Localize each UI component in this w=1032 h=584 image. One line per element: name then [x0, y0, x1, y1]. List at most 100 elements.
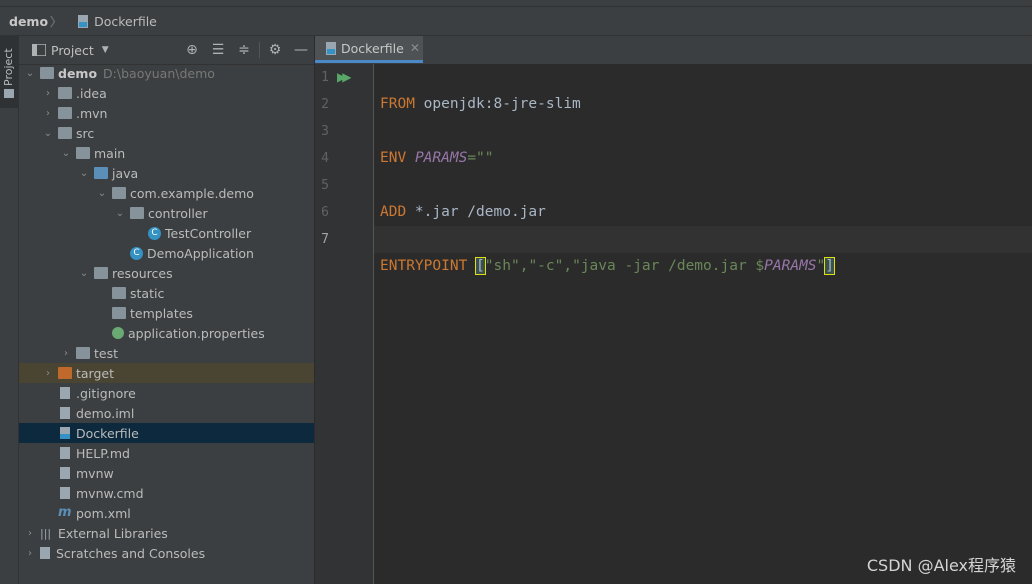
tree-item-application-properties[interactable]: application.properties	[19, 323, 314, 343]
tree-item-main[interactable]: ⌄ main	[19, 143, 314, 163]
tree-item-mvnw-cmd[interactable]: mvnw.cmd	[19, 483, 314, 503]
line-number: 1	[321, 70, 329, 85]
collapse-all-icon[interactable]: ≑	[231, 42, 257, 58]
tree-item-label: java	[112, 165, 139, 181]
chevron-down-icon[interactable]: ⌄	[78, 268, 90, 279]
code-line[interactable]: FROM openjdk:8-jre-slim	[374, 64, 1032, 112]
project-view-icon	[32, 44, 46, 56]
tree-item-scratches[interactable]: › Scratches and Consoles	[19, 543, 314, 563]
tree-item-mvn[interactable]: › .mvn	[19, 103, 314, 123]
tree-item-pom-xml[interactable]: m pom.xml	[19, 503, 314, 523]
tree-item-controller[interactable]: ⌄ controller	[19, 203, 314, 223]
breadcrumb-project[interactable]: demo 〉	[0, 7, 68, 35]
tree-item-test[interactable]: › test	[19, 343, 314, 363]
chevron-right-icon[interactable]: ›	[24, 528, 36, 539]
tree-item-label: HELP.md	[76, 445, 130, 461]
chevron-down-icon[interactable]: ⌄	[60, 148, 72, 159]
project-panel-title[interactable]: Project	[51, 43, 94, 58]
tree-item-demo-iml[interactable]: demo.iml	[19, 403, 314, 423]
tree-item-label: application.properties	[128, 325, 265, 341]
chevron-down-icon[interactable]: ⌄	[96, 188, 108, 199]
tab-dockerfile[interactable]: Dockerfile ✕	[315, 36, 423, 63]
tree-item-gitignore[interactable]: .gitignore	[19, 383, 314, 403]
tree-item-label: .mvn	[76, 105, 108, 121]
module-folder-icon	[40, 67, 54, 79]
code-line[interactable]: ENV PARAMS=""	[374, 118, 1032, 166]
tree-item-testcontroller[interactable]: C TestController	[19, 223, 314, 243]
tree-item-package[interactable]: ⌄ com.example.demo	[19, 183, 314, 203]
keyword-token: FROM	[380, 96, 415, 112]
code-line[interactable]: ADD *.jar /demo.jar	[374, 172, 1032, 220]
libraries-icon: |||	[40, 527, 52, 540]
tree-item-label: templates	[130, 305, 193, 321]
code-line-current[interactable]: ENTRYPOINT ["sh","-c","java -jar /demo.j…	[374, 226, 1032, 275]
keyword-token: ADD	[380, 204, 407, 220]
keyword-token: ENTRYPOINT	[380, 258, 468, 274]
scratches-icon	[40, 547, 50, 559]
editor-gutter: 1 ▶▶ 2 3 4 5 6 7	[315, 64, 374, 584]
cmd-file-icon	[60, 487, 70, 499]
tree-item-external-libraries[interactable]: › ||| External Libraries	[19, 523, 314, 543]
shell-file-icon	[60, 467, 70, 479]
tree-item-label: demo.iml	[76, 405, 135, 421]
tree-item-label: static	[130, 285, 165, 301]
hide-icon[interactable]: —	[288, 42, 314, 58]
chevron-right-icon[interactable]: ›	[60, 348, 72, 359]
tree-item-java[interactable]: ⌄ java	[19, 163, 314, 183]
run-icon[interactable]: ▶▶	[337, 64, 352, 91]
tab-label: Dockerfile	[341, 40, 404, 56]
dockerfile-icon	[60, 427, 70, 439]
tree-item-label: resources	[112, 265, 173, 281]
folder-icon	[58, 107, 72, 119]
chevron-down-icon[interactable]: ▼	[102, 45, 109, 55]
tree-item-resources[interactable]: ⌄ resources	[19, 263, 314, 283]
chevron-down-icon[interactable]: ⌄	[78, 168, 90, 179]
folder-icon	[58, 127, 72, 139]
tree-item-label: target	[76, 365, 115, 381]
source-folder-icon	[94, 167, 108, 179]
comma-token: ,	[563, 258, 573, 274]
breadcrumb-file[interactable]: Dockerfile	[68, 7, 163, 35]
string-token: "-c"	[528, 258, 564, 274]
tree-item-templates[interactable]: templates	[19, 303, 314, 323]
chevron-right-icon[interactable]: ›	[24, 548, 36, 559]
folder-icon	[112, 287, 126, 299]
chevron-right-icon[interactable]: ›	[42, 108, 54, 119]
tree-item-demoapplication[interactable]: C DemoApplication	[19, 243, 314, 263]
project-tree: ⌄ demo D:\baoyuan\demo › .idea › .mvn ⌄ …	[19, 63, 314, 563]
gear-icon[interactable]: ⚙	[262, 42, 288, 58]
dockerfile-icon	[326, 41, 336, 55]
project-panel: Project ▼ ⊕ ☰ ≑ ⚙ — ⌄ demo D:\baoyuan\de…	[19, 36, 314, 584]
package-icon	[112, 187, 126, 199]
tree-item-src[interactable]: ⌄ src	[19, 123, 314, 143]
locate-icon[interactable]: ⊕	[179, 42, 205, 58]
tree-item-static[interactable]: static	[19, 283, 314, 303]
close-icon[interactable]: ✕	[410, 41, 420, 55]
resources-folder-icon	[94, 267, 108, 279]
chevron-right-icon[interactable]: ›	[42, 368, 54, 379]
tree-item-demo[interactable]: ⌄ demo D:\baoyuan\demo	[19, 63, 314, 83]
watermark: CSDN @Alex程序猿	[866, 556, 1016, 575]
tree-item-help-md[interactable]: HELP.md	[19, 443, 314, 463]
line-number: 2	[321, 97, 329, 112]
spring-boot-class-icon: C	[130, 246, 143, 260]
line-number: 3	[321, 124, 329, 139]
tree-item-label: controller	[148, 205, 208, 221]
tree-item-dockerfile[interactable]: Dockerfile	[19, 423, 314, 443]
tree-item-target[interactable]: › target	[19, 363, 314, 383]
expand-all-icon[interactable]: ☰	[205, 42, 231, 58]
tree-item-label: demo	[58, 65, 98, 81]
tree-item-label: mvnw	[76, 465, 114, 481]
chevron-down-icon[interactable]: ⌄	[114, 208, 126, 219]
chevron-down-icon[interactable]: ⌄	[42, 128, 54, 139]
tree-item-idea[interactable]: › .idea	[19, 83, 314, 103]
tree-item-mvnw[interactable]: mvnw	[19, 463, 314, 483]
tree-item-label: main	[94, 145, 126, 161]
chevron-right-icon[interactable]: ›	[42, 88, 54, 99]
folder-icon	[76, 147, 90, 159]
code-editor[interactable]: FROM openjdk:8-jre-slim ENV PARAMS="" AD…	[374, 64, 1032, 584]
tree-item-label: .gitignore	[76, 385, 136, 401]
package-icon	[130, 207, 144, 219]
dockerfile-icon	[78, 14, 89, 28]
chevron-down-icon[interactable]: ⌄	[24, 68, 36, 79]
